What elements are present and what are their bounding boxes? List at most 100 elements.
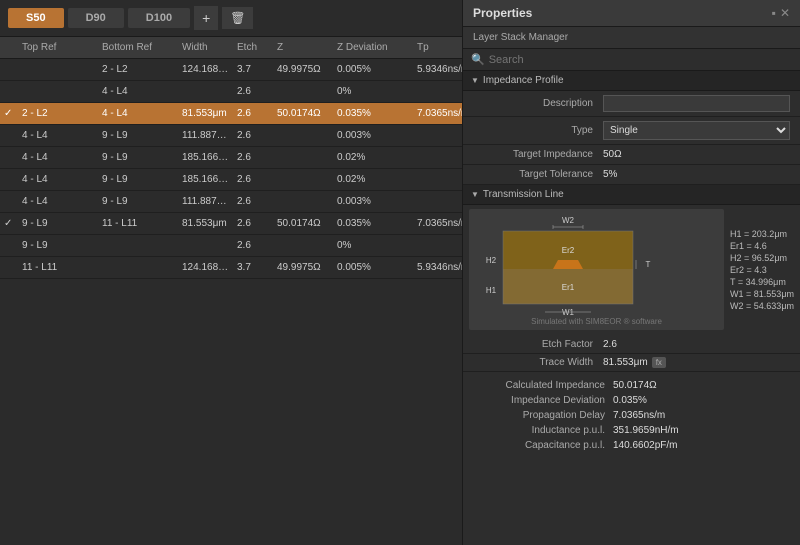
row-check [0, 156, 18, 160]
row-tp [413, 244, 462, 248]
row-check [0, 266, 18, 270]
table-row[interactable]: 2 - L2 124.168μm 3.7 49.9975Ω 0.005% 5.9… [0, 59, 462, 81]
note-er2: Er2 = 4.3 [730, 265, 794, 275]
table-row-selected[interactable]: ✓ 2 - L2 4 - L4 81.553μm 2.6 50.0174Ω 0.… [0, 103, 462, 125]
row-width [178, 90, 233, 94]
row-top-ref: 9 - L9 [18, 238, 98, 253]
tab-s50[interactable]: S50 [8, 8, 64, 28]
target-tolerance-row: Target Tolerance 5% [463, 165, 800, 185]
row-z [273, 134, 333, 138]
add-tab-button[interactable]: + [194, 6, 218, 30]
table-header: Top Ref Bottom Ref Width Etch Z Z Deviat… [0, 37, 462, 59]
svg-text:H1: H1 [486, 286, 497, 295]
diagram-svg: W2 H2 H1 Er2 Er1 W1 [473, 213, 673, 323]
etch-factor-label: Etch Factor [473, 339, 603, 350]
col-bottom-ref: Bottom Ref [98, 40, 178, 55]
panel-header-icons: ▪ ✕ [772, 6, 790, 20]
calc-inductance-row: Inductance p.u.l. 351.9659nH/m [463, 423, 800, 438]
row-top-ref: 2 - L2 [18, 106, 98, 121]
row-check [0, 68, 18, 72]
row-bottom-ref [98, 266, 178, 270]
impedance-profile-section[interactable]: ▼ Impedance Profile [463, 71, 800, 91]
row-bottom-ref: 9 - L9 [98, 172, 178, 187]
svg-text:W2: W2 [562, 216, 575, 225]
row-width: 81.553μm [178, 106, 233, 121]
row-bottom-ref: 9 - L9 [98, 194, 178, 209]
description-row: Description [463, 91, 800, 117]
trace-width-value: 81.553μm fx [603, 357, 790, 368]
row-bottom-ref: 2 - L2 [98, 62, 178, 77]
trace-width-label: Trace Width [473, 357, 603, 368]
row-bottom-ref: 4 - L4 [98, 84, 178, 99]
type-value: Single Differential [603, 121, 790, 140]
collapse-icon: ▼ [471, 76, 479, 85]
row-etch: 3.7 [233, 260, 273, 275]
row-bottom-ref: 9 - L9 [98, 150, 178, 165]
table-row[interactable]: 11 - L11 124.168μm 3.7 49.9975Ω 0.005% 5… [0, 257, 462, 279]
row-tp: 7.0365ns/m [413, 216, 462, 231]
row-top-ref: 11 - L11 [18, 260, 98, 275]
row-z [273, 90, 333, 94]
etch-section: Etch Factor 2.6 Trace Width 81.553μm fx [463, 332, 800, 376]
calc-impedance-label: Calculated Impedance [473, 380, 613, 391]
row-top-ref: 9 - L9 [18, 216, 98, 231]
table-row[interactable]: ✓ 9 - L9 11 - L11 81.553μm 2.6 50.0174Ω … [0, 213, 462, 235]
row-tp [413, 178, 462, 182]
note-w1: W1 = 81.553μm [730, 289, 794, 299]
type-label: Type [473, 125, 603, 136]
layer-stack-label: Layer Stack Manager [463, 27, 800, 49]
row-check: ✓ [0, 106, 18, 121]
row-check [0, 90, 18, 94]
row-bottom-ref: 4 - L4 [98, 106, 178, 121]
calc-propagation-value: 7.0365ns/m [613, 410, 665, 421]
row-bottom-ref: 11 - L11 [98, 216, 178, 231]
row-tp [413, 156, 462, 160]
note-h1: H1 = 203.2μm [730, 229, 794, 239]
row-check [0, 244, 18, 248]
row-width: 124.168μm [178, 62, 233, 77]
note-h2: H2 = 96.52μm [730, 253, 794, 263]
row-tp: 7.0365ns/m [413, 106, 462, 121]
table-row[interactable]: 4 - L4 2.6 0% [0, 81, 462, 103]
pin-icon[interactable]: ▪ [772, 6, 776, 20]
description-value [603, 95, 790, 112]
target-tolerance-label: Target Tolerance [473, 169, 603, 180]
target-impedance-value: 50Ω [603, 149, 790, 160]
row-top-ref: 4 - L4 [18, 172, 98, 187]
col-check [0, 40, 18, 55]
table-row[interactable]: 9 - L9 2.6 0% [0, 235, 462, 257]
table-row[interactable]: 4 - L4 9 - L9 185.166μm 2.6 0.02% [0, 147, 462, 169]
fx-button[interactable]: fx [652, 357, 666, 368]
row-check [0, 178, 18, 182]
description-input[interactable] [603, 95, 790, 112]
row-top-ref: 4 - L4 [18, 150, 98, 165]
panel-header: Properties ▪ ✕ [463, 0, 800, 27]
table-row[interactable]: 4 - L4 9 - L9 111.887μm 2.6 0.003% [0, 191, 462, 213]
target-tolerance-value: 5% [603, 169, 790, 180]
row-width: 111.887μm [178, 128, 233, 143]
search-input[interactable] [489, 54, 792, 66]
row-top-ref: 4 - L4 [18, 194, 98, 209]
table-body: 2 - L2 124.168μm 3.7 49.9975Ω 0.005% 5.9… [0, 59, 462, 545]
row-tp [413, 90, 462, 94]
row-etch: 2.6 [233, 106, 273, 121]
delete-tab-button[interactable]: 🗑 [222, 7, 253, 29]
table-row[interactable]: 4 - L4 9 - L9 111.887μm 2.6 0.003% [0, 125, 462, 147]
tab-d100[interactable]: D100 [128, 8, 190, 28]
row-bottom-ref [98, 244, 178, 248]
table-row[interactable]: 4 - L4 9 - L9 185.166μm 2.6 0.02% [0, 169, 462, 191]
transmission-diagram: W2 H2 H1 Er2 Er1 W1 [469, 209, 724, 330]
tab-d90[interactable]: D90 [68, 8, 124, 28]
col-top-ref: Top Ref [18, 40, 98, 55]
impedance-profile-label: Impedance Profile [483, 75, 564, 86]
tab-bar: S50 D90 D100 + 🗑 [0, 0, 462, 37]
transmission-line-section[interactable]: ▼ Transmission Line [463, 185, 800, 205]
row-tp [413, 200, 462, 204]
row-z [273, 200, 333, 204]
svg-text:Er2: Er2 [562, 246, 575, 255]
row-zdev: 0.003% [333, 128, 413, 143]
type-select[interactable]: Single Differential [603, 121, 790, 140]
calc-capacitance-row: Capacitance p.u.l. 140.6602pF/m [463, 438, 800, 453]
svg-text:H2: H2 [486, 256, 497, 265]
close-icon[interactable]: ✕ [780, 6, 790, 20]
